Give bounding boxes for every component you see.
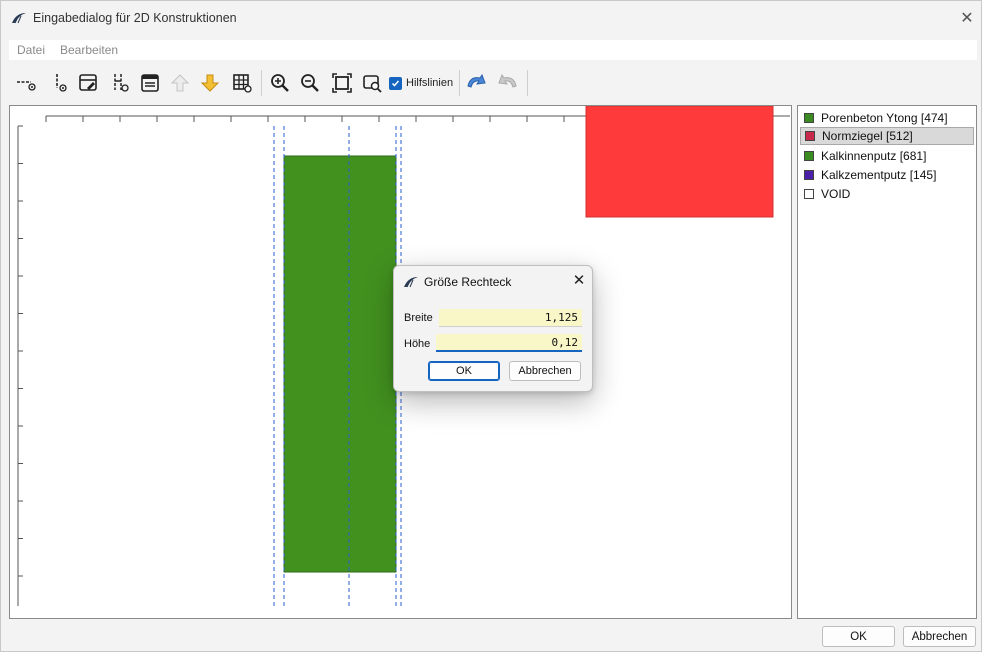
undo-icon[interactable]: [463, 70, 489, 96]
dialog-title: Größe Rechteck: [424, 275, 512, 289]
legend-item-kalkzementputz[interactable]: Kalkzementputz [145]: [800, 166, 974, 184]
split-layer-icon[interactable]: [107, 70, 133, 96]
material-legend: Porenbeton Ytong [474] Normziegel [512] …: [797, 105, 977, 619]
edit-layer-icon[interactable]: [75, 70, 101, 96]
window-close-button[interactable]: ✕: [957, 9, 977, 29]
legend-swatch: [804, 170, 814, 180]
hilfslinien-label: Hilfslinien: [406, 77, 454, 89]
ok-button[interactable]: OK: [822, 626, 895, 647]
legend-swatch: [804, 151, 814, 161]
move-down-icon[interactable]: [197, 70, 223, 96]
zoom-window-icon[interactable]: [359, 70, 385, 96]
toolbar-separator: [261, 70, 262, 96]
legend-label: Normziegel [512]: [822, 129, 913, 143]
move-up-icon[interactable]: [167, 70, 193, 96]
legend-item-void[interactable]: VOID: [800, 185, 974, 203]
dialog-ok-button[interactable]: OK: [428, 361, 500, 381]
legend-item-porenbeton[interactable]: Porenbeton Ytong [474]: [800, 109, 974, 127]
zoom-in-icon[interactable]: [267, 70, 293, 96]
toolbar: Hilfslinien: [9, 65, 977, 101]
cancel-button[interactable]: Abbrechen: [903, 626, 976, 647]
legend-label: Kalkzementputz [145]: [821, 168, 937, 182]
menu-bearbeiten[interactable]: Bearbeiten: [60, 43, 118, 57]
menu-bar: Datei Bearbeiten: [9, 40, 977, 60]
legend-label: VOID: [821, 187, 851, 201]
legend-swatch: [804, 113, 814, 123]
zoom-fit-icon[interactable]: [329, 70, 355, 96]
legend-swatch: [804, 189, 814, 199]
breite-input[interactable]: [439, 309, 582, 327]
size-dialog: Größe Rechteck ✕ Breite Höhe OK Abbreche…: [393, 265, 593, 392]
legend-label: Porenbeton Ytong [474]: [821, 111, 948, 125]
app-logo-icon: [404, 277, 418, 288]
vertical-line-add-icon[interactable]: [47, 70, 73, 96]
material-table-icon[interactable]: [137, 70, 163, 96]
green-layer-rect[interactable]: [283, 155, 397, 573]
legend-swatch: [805, 131, 815, 141]
redo-icon[interactable]: [495, 70, 521, 96]
window-title: Eingabedialog für 2D Konstruktionen: [33, 11, 237, 25]
zoom-out-icon[interactable]: [297, 70, 323, 96]
legend-item-kalkinnenputz[interactable]: Kalkinnenputz [681]: [800, 147, 974, 165]
toolbar-separator: [459, 70, 460, 96]
legend-item-normziegel[interactable]: Normziegel [512]: [800, 127, 974, 145]
red-layer-rect[interactable]: [585, 105, 774, 218]
hoehe-label: Höhe: [404, 338, 431, 350]
breite-label: Breite: [404, 312, 433, 324]
legend-label: Kalkinnenputz [681]: [821, 149, 927, 163]
grid-settings-icon[interactable]: [229, 70, 255, 96]
toolbar-separator: [527, 70, 528, 96]
main-window: Eingabedialog für 2D Konstruktionen ✕ Da…: [0, 0, 982, 652]
menu-datei[interactable]: Datei: [17, 43, 45, 57]
horizontal-line-add-icon[interactable]: [13, 70, 39, 96]
dialog-close-button[interactable]: ✕: [570, 272, 588, 290]
dialog-cancel-button[interactable]: Abbrechen: [509, 361, 581, 381]
checkbox-checked-icon: [389, 76, 402, 90]
title-bar: Eingabedialog für 2D Konstruktionen ✕: [1, 1, 981, 37]
hilfslinien-checkbox[interactable]: Hilfslinien: [389, 75, 453, 91]
hoehe-input[interactable]: [436, 334, 582, 352]
app-logo-icon: [12, 13, 26, 24]
